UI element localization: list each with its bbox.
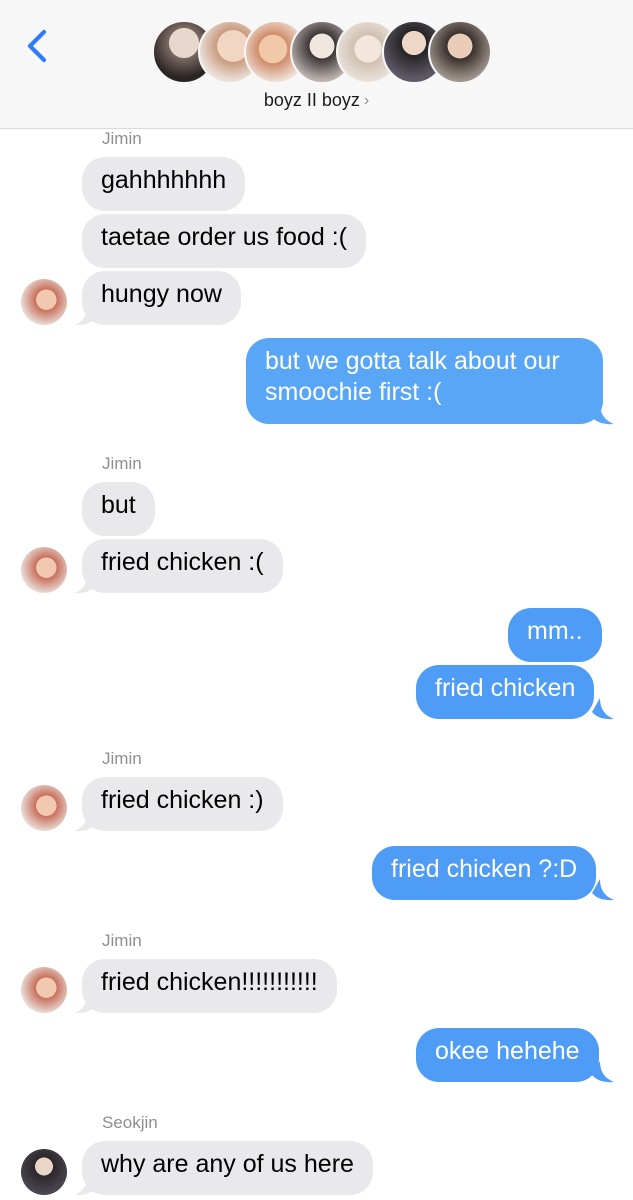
sender-name: Jimin <box>102 931 142 950</box>
jimin-avatar[interactable] <box>21 785 67 831</box>
sender-name: Seokjin <box>102 1113 158 1132</box>
received-message-bubble[interactable]: but <box>82 482 155 536</box>
message-text: mm.. <box>527 617 583 645</box>
jimin-avatar[interactable] <box>21 279 67 325</box>
message-text: gahhhhhhh <box>101 166 227 194</box>
bubble-tail <box>74 810 96 832</box>
sent-message-bubble[interactable]: fried chicken ?:D <box>372 846 597 900</box>
chevron-left-icon <box>27 29 47 63</box>
conversation-header: boyz II boyz › <box>0 0 633 129</box>
sent-message-bubble[interactable]: but we gotta talk about our smoochie fir… <box>246 338 603 424</box>
message-text: why are any of us here <box>101 1150 354 1178</box>
bubble-tail <box>592 698 614 720</box>
received-message-bubble[interactable]: why are any of us here <box>82 1141 373 1195</box>
received-message-bubble[interactable]: taetae order us food :( <box>82 214 366 268</box>
message-text-line: but we gotta talk about our <box>265 347 560 375</box>
received-message-bubble[interactable]: fried chicken!!!!!!!!!!! <box>82 959 337 1013</box>
back-button[interactable] <box>18 26 58 66</box>
sender-name: Jimin <box>102 749 142 768</box>
messages-screen: boyz II boyz › Jimin gahhhhhhh taetae ord… <box>0 0 633 1200</box>
message-text: fried chicken ?:D <box>391 855 578 883</box>
group-name: boyz II boyz <box>263 90 360 110</box>
bubble-tail <box>74 1174 96 1196</box>
message-text: fried chicken!!!!!!!!!!! <box>101 968 318 996</box>
message-text: fried chicken :) <box>101 786 264 814</box>
bubble-tail <box>592 1061 614 1083</box>
message-text: fried chicken <box>435 674 576 702</box>
bubble-tail <box>592 879 614 901</box>
bubble-tail <box>74 572 96 594</box>
received-message-bubble[interactable]: gahhhhhhh <box>82 157 246 211</box>
message-text-line: smoochie first :( <box>265 378 442 406</box>
received-message-bubble[interactable]: hungy now <box>82 271 241 325</box>
bubble-tail <box>74 304 96 326</box>
message-text: but <box>101 491 136 519</box>
received-message-bubble[interactable]: fried chicken :) <box>82 777 283 831</box>
sent-message-bubble[interactable]: mm.. <box>508 608 602 662</box>
bubble-tail <box>592 403 614 425</box>
message-text: hungy now <box>101 280 222 308</box>
received-message-bubble[interactable]: fried chicken :( <box>82 539 283 593</box>
bubble-tail <box>74 992 96 1014</box>
seokjin-avatar[interactable] <box>21 1149 67 1195</box>
message-text: taetae order us food :( <box>101 223 347 251</box>
message-text: okee hehehe <box>435 1037 580 1065</box>
jimin-avatar[interactable] <box>21 547 67 593</box>
sender-name: Jimin <box>102 129 142 148</box>
chevron-right-icon: › <box>363 92 370 109</box>
member-avatar <box>428 20 492 84</box>
message-text: fried chicken :( <box>101 548 264 576</box>
group-name-button[interactable]: boyz II boyz › <box>0 90 633 111</box>
sent-message-bubble[interactable]: fried chicken <box>416 665 595 719</box>
sent-message-bubble[interactable]: okee hehehe <box>416 1028 599 1082</box>
jimin-avatar[interactable] <box>21 967 67 1013</box>
sender-name: Jimin <box>102 454 142 473</box>
